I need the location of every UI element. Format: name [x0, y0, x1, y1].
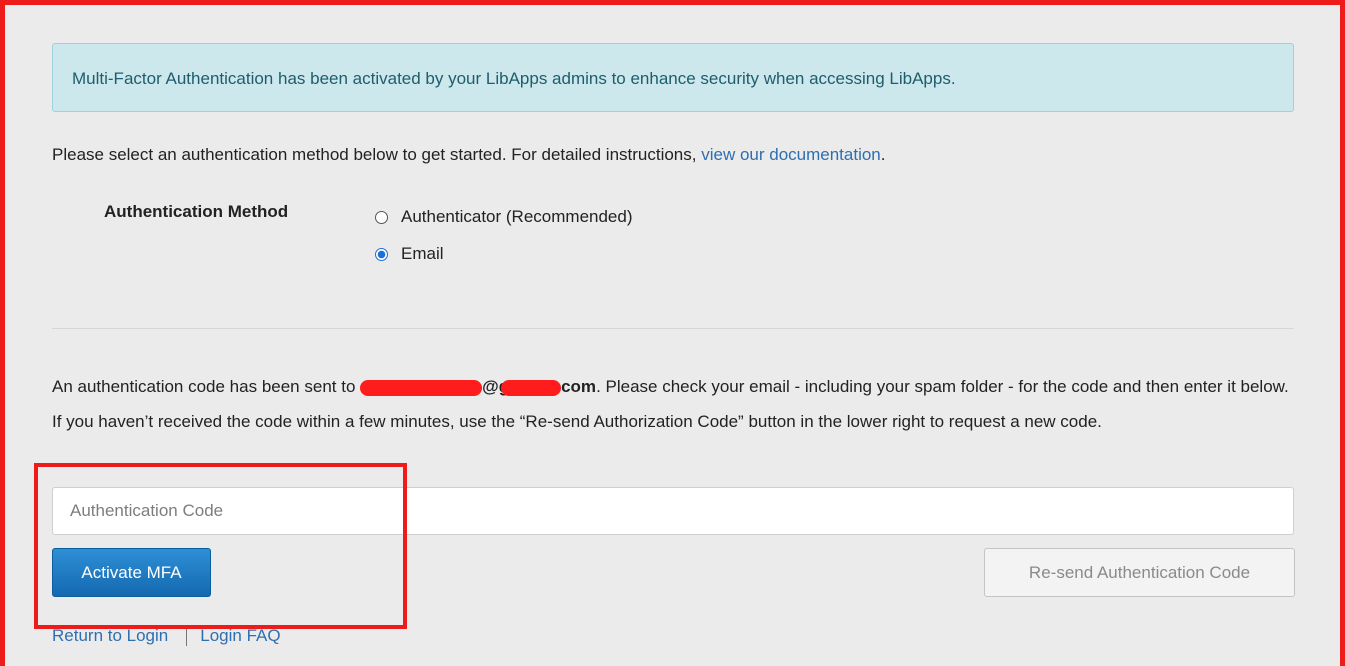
- auth-method-label: Authentication Method: [104, 202, 289, 221]
- return-to-login-link[interactable]: Return to Login: [52, 626, 168, 646]
- code-sent-message: An authentication code has been sent to …: [52, 369, 1302, 439]
- mfa-info-alert: Multi-Factor Authentication has been act…: [52, 43, 1294, 112]
- section-divider: [52, 328, 1294, 329]
- authenticator-label[interactable]: Authenticator (Recommended): [401, 207, 633, 227]
- redacted-email-user: [360, 379, 483, 396]
- authenticator-radio[interactable]: [375, 210, 388, 224]
- page-frame: Multi-Factor Authentication has been act…: [0, 0, 1345, 666]
- intro-end: .: [880, 145, 886, 164]
- alert-text: Multi-Factor Authentication has been act…: [72, 69, 956, 88]
- radio-option-email[interactable]: Email: [375, 244, 444, 264]
- footer-separator: [186, 626, 188, 646]
- intro-sentence: Please select an authentication method b…: [52, 145, 702, 164]
- sent-prefix: An authentication code has been sent to: [52, 377, 361, 396]
- documentation-link[interactable]: view our documentation: [701, 145, 881, 164]
- login-faq-link[interactable]: Login FAQ: [200, 626, 280, 646]
- email-suffix: com: [561, 377, 597, 396]
- radio-option-authenticator[interactable]: Authenticator (Recommended): [375, 207, 633, 227]
- authentication-code-input[interactable]: [52, 487, 1294, 535]
- resend-code-button[interactable]: Re-send Authentication Code: [984, 548, 1295, 597]
- redacted-email-domain: [501, 379, 562, 396]
- email-label[interactable]: Email: [401, 244, 444, 264]
- intro-text: Please select an authentication method b…: [52, 145, 886, 165]
- footer-links: Return to Login Login FAQ: [52, 626, 281, 646]
- activate-mfa-button[interactable]: Activate MFA: [52, 548, 211, 597]
- email-radio[interactable]: [375, 247, 388, 261]
